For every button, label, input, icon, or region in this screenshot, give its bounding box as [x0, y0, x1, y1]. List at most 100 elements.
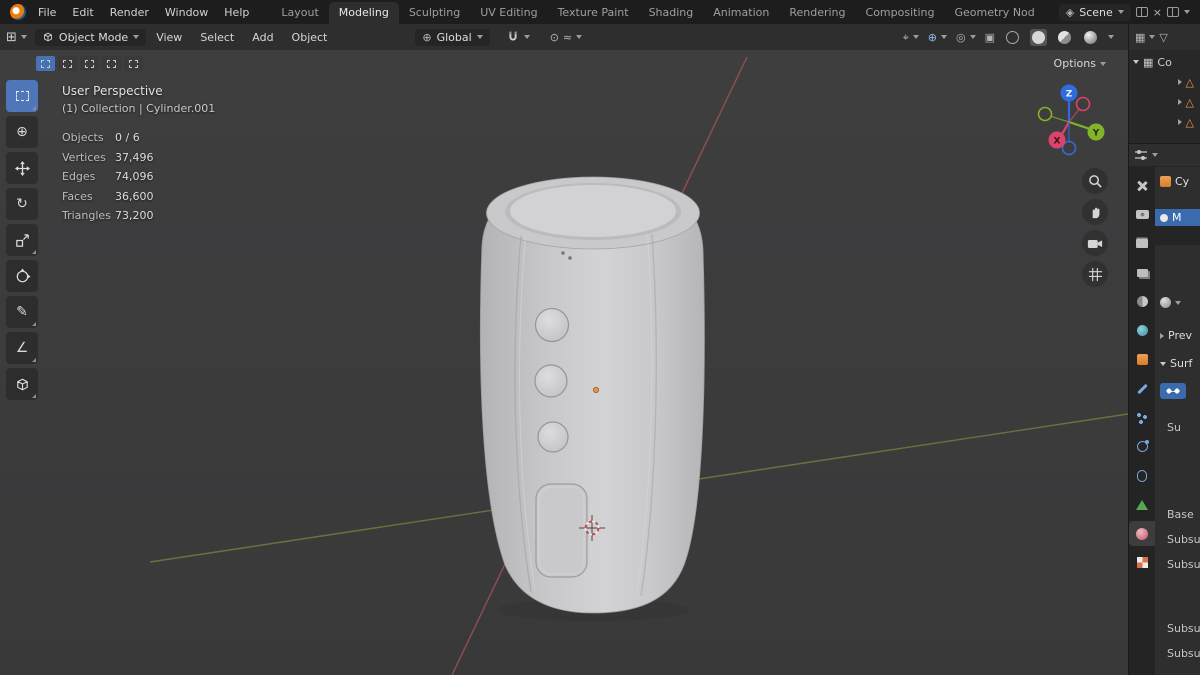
shading-solid-button[interactable] [1030, 28, 1047, 46]
selectability-dropdown[interactable]: ⌖ [903, 32, 919, 43]
proportional-edit-icon[interactable]: ⊙ [550, 32, 559, 43]
tab-sculpting[interactable]: Sculpting [399, 2, 470, 24]
snap-magnet-icon[interactable] [506, 30, 520, 44]
output-properties-tab[interactable] [1129, 231, 1155, 256]
editor-type-button[interactable]: ⊞ [6, 31, 27, 44]
particles-properties-tab[interactable] [1129, 405, 1155, 430]
mode-dropdown[interactable]: Object Mode [34, 28, 147, 46]
menu-render[interactable]: Render [102, 3, 157, 22]
tab-compositing[interactable]: Compositing [856, 2, 945, 24]
object-data-properties-tab[interactable] [1129, 492, 1155, 517]
select-mode-extend-icon[interactable] [58, 56, 77, 71]
menu-file[interactable]: File [30, 3, 64, 22]
viewport-canvas[interactable] [0, 50, 1128, 675]
menu-edit[interactable]: Edit [64, 3, 101, 22]
world-properties-tab[interactable] [1129, 318, 1155, 343]
menu-view[interactable]: View [148, 28, 190, 47]
view-layer-properties-tab[interactable] [1129, 260, 1155, 285]
menu-add[interactable]: Add [244, 28, 281, 47]
rotate-tool[interactable]: ↻ [6, 188, 38, 220]
modifier-properties-tab[interactable] [1129, 376, 1155, 401]
shading-material-button[interactable] [1056, 29, 1073, 46]
window-layout-icon[interactable] [1167, 7, 1179, 17]
expand-icon[interactable] [1177, 79, 1182, 85]
tab-uv-editing[interactable]: UV Editing [470, 2, 547, 24]
scale-tool[interactable] [6, 224, 38, 256]
outliner-object-row[interactable]: △ [1129, 112, 1200, 132]
options-dropdown[interactable]: Options [1054, 57, 1106, 70]
axis-negative-x-ball[interactable] [1075, 96, 1091, 112]
chevron-down-icon[interactable] [1184, 10, 1190, 14]
pan-button[interactable] [1082, 199, 1108, 225]
browse-material-dropdown[interactable] [1160, 297, 1181, 308]
surface-panel-header[interactable]: Surf [1160, 357, 1192, 370]
logo-dot [568, 256, 572, 260]
tab-geometry-nodes[interactable]: Geometry Nod [944, 2, 1044, 24]
falloff-curve-icon[interactable]: ≈ [563, 32, 572, 43]
menu-object[interactable]: Object [284, 28, 336, 47]
chevron-down-icon[interactable] [1152, 153, 1158, 157]
object-properties-tab[interactable] [1129, 347, 1155, 372]
select-box-tool[interactable] [6, 80, 38, 112]
chevron-down-icon[interactable] [1149, 35, 1156, 39]
new-scene-icon[interactable] [1135, 7, 1148, 17]
add-cube-tool[interactable] [6, 368, 38, 400]
physics-properties-tab[interactable] [1129, 434, 1155, 459]
constraints-properties-tab[interactable] [1129, 463, 1155, 488]
chevron-down-icon[interactable] [576, 35, 583, 39]
select-mode-invert-icon[interactable] [102, 56, 121, 71]
render-properties-tab[interactable] [1129, 202, 1155, 227]
outliner-object-row[interactable]: △ [1129, 72, 1200, 92]
material-properties-tab[interactable] [1129, 521, 1155, 546]
move-tool[interactable] [6, 152, 38, 184]
scene-selector[interactable]: ◈ Scene [1058, 3, 1131, 21]
toggle-ortho-button[interactable] [1082, 261, 1108, 287]
cursor-tool[interactable]: ⊕ [6, 116, 38, 148]
menu-window[interactable]: Window [157, 3, 216, 22]
cylinder-object[interactable] [479, 176, 705, 621]
blender-logo-icon[interactable] [10, 4, 26, 20]
tab-shading[interactable]: Shading [639, 2, 704, 24]
measure-tool[interactable]: ∠ [6, 332, 38, 364]
tab-rendering[interactable]: Rendering [779, 2, 855, 24]
outliner-collection-row[interactable]: ▦ Co [1129, 52, 1200, 72]
shading-wireframe-button[interactable] [1004, 29, 1021, 46]
expand-icon[interactable] [1177, 99, 1182, 105]
navigation-gizmo[interactable]: Z Y X [1023, 76, 1115, 168]
axis-negative-y-ball[interactable] [1037, 106, 1053, 122]
material-slot-selected[interactable]: M [1155, 209, 1200, 226]
select-mode-set-icon[interactable] [36, 56, 55, 71]
scene-properties-tab[interactable] [1129, 289, 1155, 314]
xray-toggle-icon[interactable]: ▣ [985, 32, 995, 43]
zoom-button[interactable] [1082, 168, 1108, 194]
select-mode-subtract-icon[interactable] [80, 56, 99, 71]
tool-properties-tab[interactable] [1129, 173, 1155, 198]
filter-icon[interactable]: ▽ [1159, 32, 1167, 43]
menu-help[interactable]: Help [216, 3, 257, 22]
camera-view-button[interactable] [1082, 230, 1108, 256]
transform-orientation-dropdown[interactable]: ⊕ Global [415, 28, 490, 46]
properties-icon[interactable] [1134, 149, 1148, 161]
gizmos-toggle[interactable]: ⊕ [928, 32, 947, 43]
preview-panel-header[interactable]: Prev [1160, 329, 1192, 342]
viewport-3d[interactable]: ⊕ ↻ ✎ ∠ User Perspective (1) Collection … [0, 50, 1128, 675]
overlays-toggle[interactable]: ◎ [956, 32, 976, 43]
shading-rendered-button[interactable] [1082, 29, 1099, 46]
transform-tool[interactable] [6, 260, 38, 292]
outliner-object-row[interactable]: △ [1129, 92, 1200, 112]
expand-icon[interactable] [1177, 119, 1182, 125]
select-mode-intersect-icon[interactable] [124, 56, 143, 71]
menu-select[interactable]: Select [192, 28, 242, 47]
texture-properties-tab[interactable] [1129, 550, 1155, 575]
use-nodes-button[interactable] [1160, 383, 1186, 399]
snap-options-chevron-icon[interactable] [523, 35, 530, 39]
tab-texture-paint[interactable]: Texture Paint [548, 2, 639, 24]
tab-animation[interactable]: Animation [703, 2, 779, 24]
tab-layout[interactable]: Layout [271, 2, 328, 24]
collapse-icon[interactable] [1133, 60, 1139, 64]
tab-modeling[interactable]: Modeling [328, 2, 399, 24]
outliner-display-icon[interactable]: ▦ [1135, 32, 1145, 43]
shading-options-chevron-icon[interactable] [1108, 35, 1114, 39]
annotate-tool[interactable]: ✎ [6, 296, 38, 328]
close-icon[interactable]: × [1153, 7, 1162, 18]
